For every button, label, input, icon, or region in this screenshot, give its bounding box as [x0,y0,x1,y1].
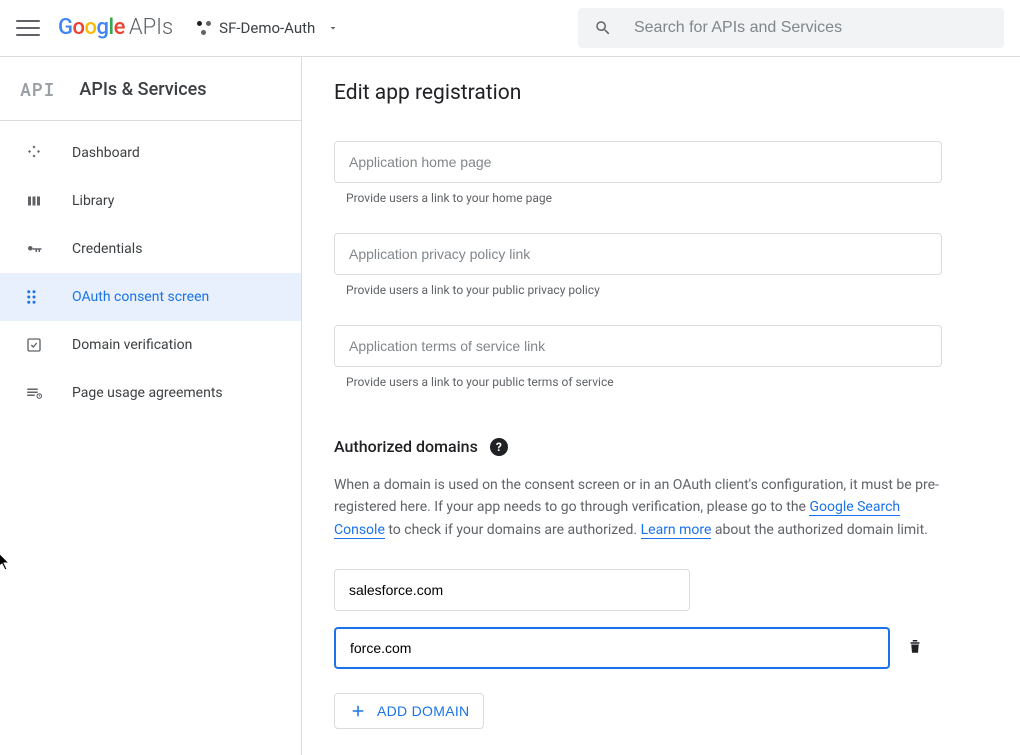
learn-more-link[interactable]: Learn more [641,522,712,539]
search-input[interactable] [634,19,988,37]
tos-link-hint: Provide users a link to your public term… [346,375,942,389]
check-box-icon [24,335,44,355]
search-box[interactable] [578,8,1004,48]
agreements-icon [24,383,44,403]
sidebar-item-label: Page usage agreements [72,385,223,401]
google-apis-logo[interactable]: Google APIs [58,15,173,40]
chevron-down-icon [327,22,339,34]
privacy-link-input[interactable] [334,233,942,275]
logo-suffix: APIs [129,15,173,40]
sidebar-item-label: Library [72,193,114,209]
project-name: SF-Demo-Auth [219,19,315,37]
cursor-icon [0,552,14,572]
domain-input-1[interactable] [334,627,890,669]
sidebar-item-label: Dashboard [72,145,140,161]
add-domain-button[interactable]: ADD DOMAIN [334,693,484,729]
sidebar-item-domain-verification[interactable]: Domain verification [0,321,301,369]
privacy-link-hint: Provide users a link to your public priv… [346,283,942,297]
dashboard-icon [24,143,44,163]
sidebar-item-dashboard[interactable]: Dashboard [0,129,301,177]
page-title: Edit app registration [334,81,988,105]
sidebar-item-oauth-consent[interactable]: OAuth consent screen [0,273,301,321]
add-domain-label: ADD DOMAIN [377,703,469,719]
sidebar-item-label: OAuth consent screen [72,289,209,305]
authorized-domains-title: Authorized domains [334,437,478,456]
sidebar-item-page-usage[interactable]: Page usage agreements [0,369,301,417]
api-badge: API [20,77,55,101]
sidebar-title: APIs & Services [79,79,206,100]
domain-input-0[interactable] [334,569,690,611]
authorized-domains-description: When a domain is used on the consent scr… [334,474,942,541]
plus-icon [349,702,367,720]
delete-domain-icon[interactable] [906,637,924,659]
sidebar-item-credentials[interactable]: Credentials [0,225,301,273]
project-selector[interactable]: SF-Demo-Auth [191,15,345,41]
home-page-input[interactable] [334,141,942,183]
help-icon[interactable]: ? [490,438,508,456]
key-icon [24,239,44,259]
sidebar-item-label: Domain verification [72,337,192,353]
search-icon [594,18,612,38]
library-icon [24,191,44,211]
home-page-hint: Provide users a link to your home page [346,191,942,205]
project-dots-icon [197,21,211,35]
consent-icon [24,287,44,307]
sidebar-item-label: Credentials [72,241,142,257]
sidebar-item-library[interactable]: Library [0,177,301,225]
tos-link-input[interactable] [334,325,942,367]
menu-button[interactable] [16,16,40,40]
